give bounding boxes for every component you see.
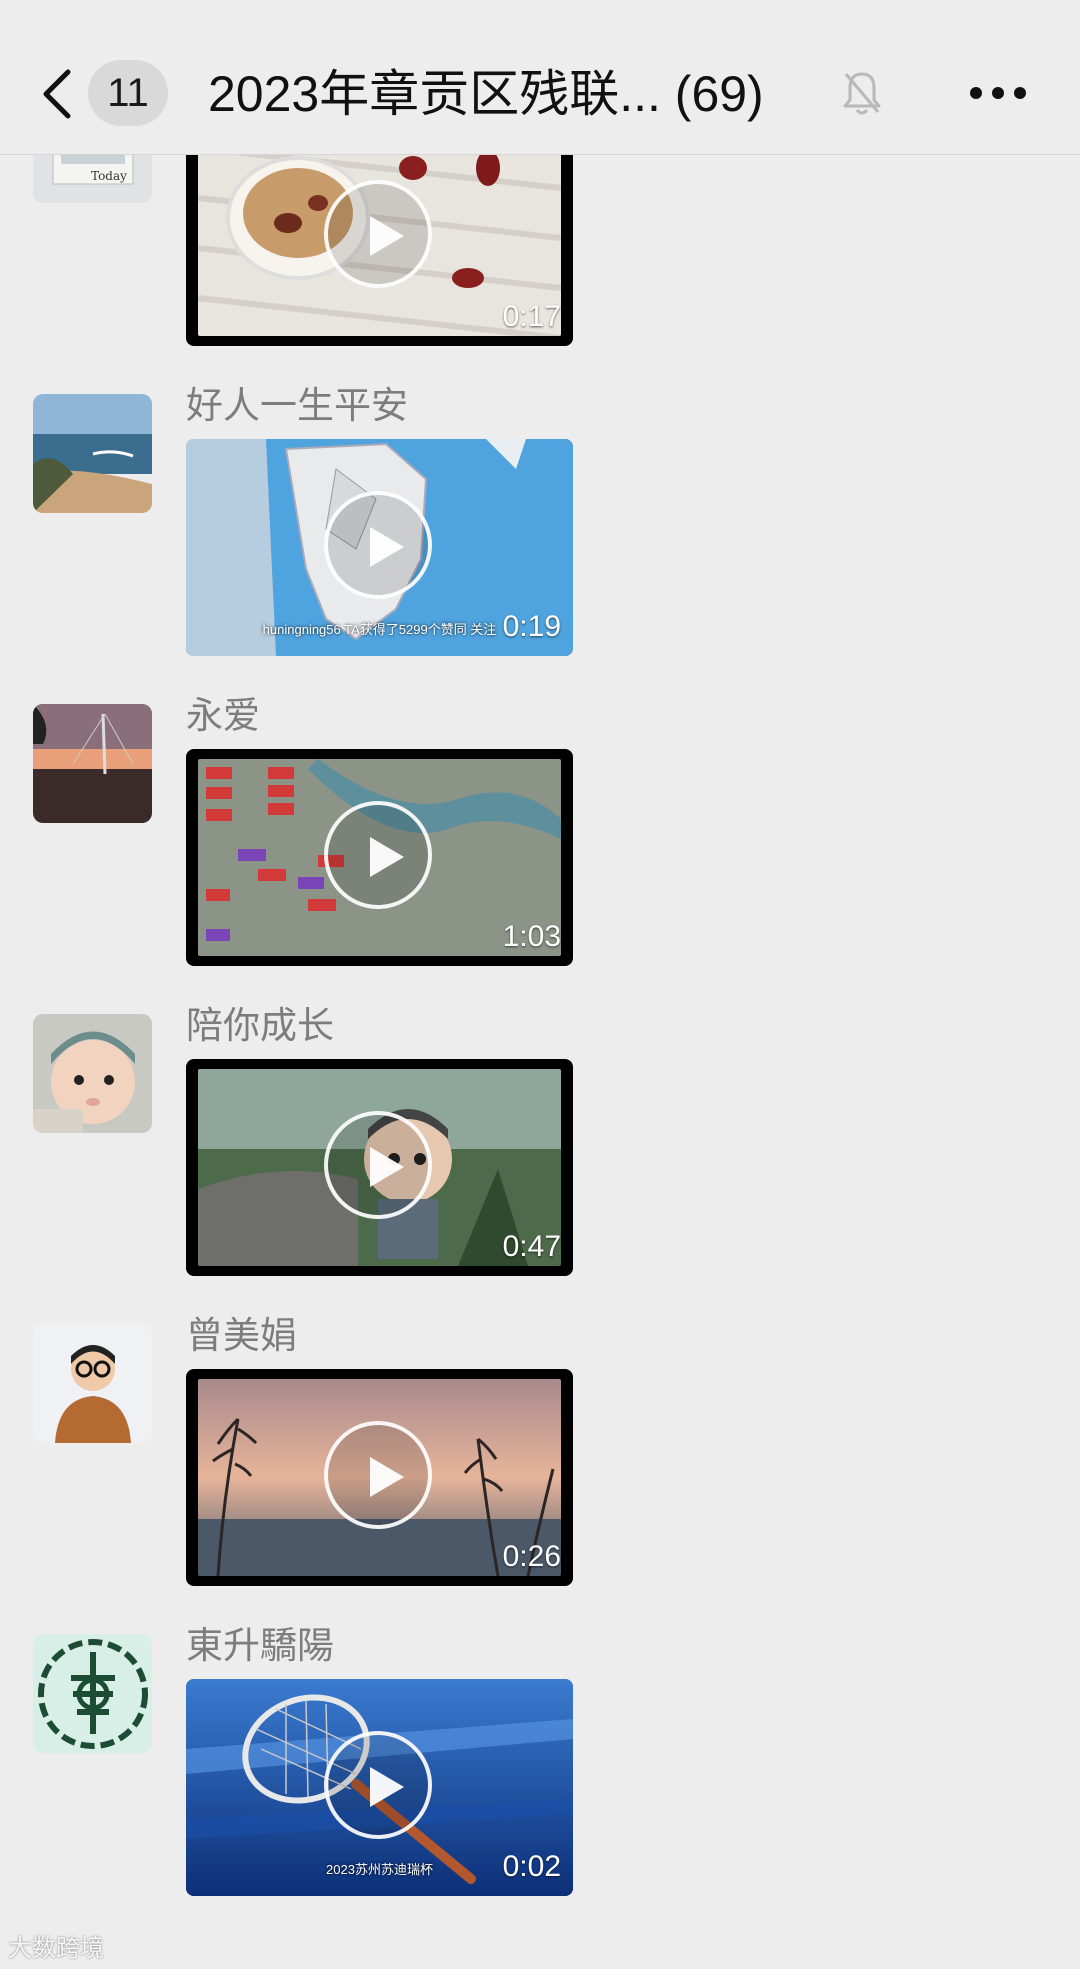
message-feed[interactable]: Today 0:17 好人一生平安 huningning56 TA获得了5299…	[0, 0, 1080, 1969]
chevron-left-icon[interactable]	[38, 66, 78, 122]
video-message[interactable]: 1:03	[186, 749, 573, 966]
video-message[interactable]: 0:26	[186, 1369, 573, 1586]
watermark: 大数跨境	[8, 1935, 104, 1962]
chat-header: 11 2023年章贡区残联... (69)	[0, 0, 1080, 155]
video-duration: 0:47	[502, 1230, 561, 1263]
play-icon[interactable]	[324, 1111, 432, 1219]
video-duration: 0:17	[502, 300, 561, 333]
play-icon[interactable]	[324, 491, 432, 599]
play-icon[interactable]	[324, 1421, 432, 1529]
avatar[interactable]	[33, 1634, 152, 1753]
sender-name[interactable]: 陪你成长	[186, 1004, 334, 1048]
avatar[interactable]	[33, 704, 152, 823]
video-duration: 0:02	[502, 1850, 561, 1883]
avatar[interactable]	[33, 394, 152, 513]
video-duration: 0:26	[502, 1540, 561, 1573]
sender-name[interactable]: 永爱	[186, 694, 260, 738]
video-message[interactable]: 0:17	[186, 128, 573, 346]
play-icon[interactable]	[324, 1731, 432, 1839]
play-icon[interactable]	[324, 180, 432, 288]
video-message[interactable]: 0:47	[186, 1059, 573, 1276]
play-icon[interactable]	[324, 801, 432, 909]
sender-name[interactable]: 曾美娟	[186, 1314, 297, 1358]
video-duration: 1:03	[502, 920, 561, 953]
chat-title[interactable]: 2023年章贡区残联... (69)	[208, 62, 764, 126]
video-duration: 0:19	[502, 610, 561, 643]
unread-count-badge[interactable]: 11	[88, 60, 168, 126]
avatar[interactable]	[33, 1324, 152, 1443]
video-message[interactable]: 2023苏州苏迪瑞杯 0:02	[186, 1679, 573, 1896]
sender-name[interactable]: 好人一生平安	[186, 384, 408, 428]
svg-text:Today: Today	[91, 169, 127, 183]
video-message[interactable]: huningning56 TA获得了5299个赞同 关注 0:19	[186, 439, 573, 656]
more-dots-icon[interactable]	[966, 82, 1030, 104]
bell-slash-icon	[843, 72, 881, 115]
avatar[interactable]	[33, 1014, 152, 1133]
sender-name[interactable]: 東升驕陽	[186, 1624, 334, 1668]
